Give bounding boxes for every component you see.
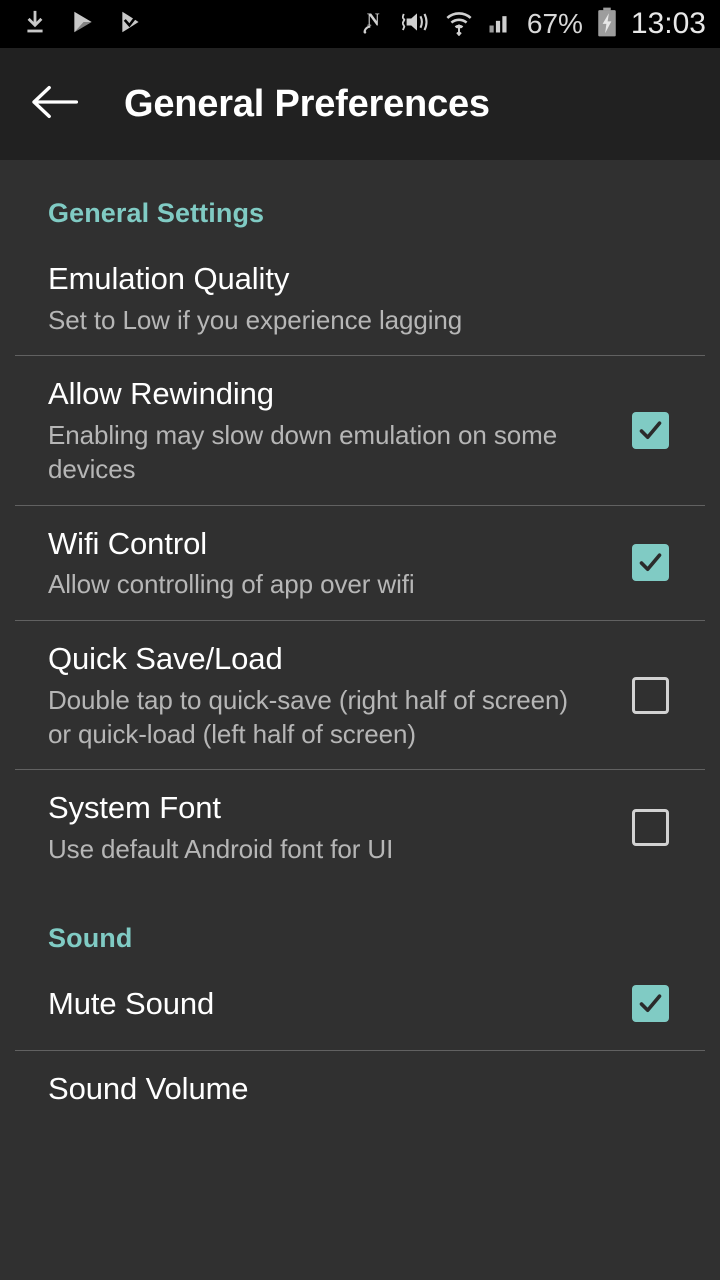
toolbar: General Preferences [0,48,720,160]
preference-title: System Font [48,790,221,826]
preference-title: Emulation Quality [48,261,290,296]
checkbox-quick-save-load[interactable] [631,676,669,714]
preference-summary: Allow controlling of app over wifi [48,569,415,600]
preference-summary: Double tap to quick-save (right half of … [48,684,568,749]
list-divider [15,620,705,622]
preference-title: Sound Volume [48,1070,249,1106]
wifi-icon [445,8,473,41]
preference-system-font[interactable]: System Font Use default Android font for… [0,770,720,884]
preference-widget [614,544,686,582]
preference-summary: Use default Android font for UI [48,834,394,865]
preference-wifi-control[interactable]: Wifi Control Allow controlling of app ov… [0,506,720,620]
status-bar: N 67% 13:03 [0,0,720,48]
status-bar-clock: 13:03 [630,7,706,40]
preference-title: Wifi Control [48,525,207,561]
list-divider [15,1049,705,1051]
cellular-signal-icon [486,9,514,40]
preference-mute-sound[interactable]: Mute Sound [0,966,720,1042]
section-header-general-settings: General Settings [48,198,265,228]
preference-text: Mute Sound [48,966,614,1042]
checkbox-wifi-control[interactable] [631,544,669,582]
mute-vibrate-icon [401,8,432,41]
preference-widget [614,676,686,714]
preference-text: Quick Save/Load Double tap to quick-save… [48,621,614,769]
checkbox-mute-sound[interactable] [631,985,669,1023]
preference-summary: Enabling may slow down emulation on some… [48,420,558,484]
preference-widget [614,985,686,1023]
preference-title: Mute Sound [48,985,215,1021]
back-button[interactable] [26,76,82,132]
preferences-list[interactable]: General Settings Emulation Quality Set t… [0,160,720,1280]
preference-widget [614,412,686,450]
status-bar-right-icons: N 67% 13:03 [361,7,706,42]
arrow-back-icon [30,82,79,127]
checkbox-system-font[interactable] [631,809,669,847]
preference-sound-volume[interactable]: Sound Volume [0,1051,720,1127]
section-header-sound: Sound [48,922,133,953]
battery-charging-icon [596,7,618,42]
preference-text: Wifi Control Allow controlling of app ov… [48,506,614,620]
preference-text: System Font Use default Android font for… [48,770,614,884]
nfc-icon: N [361,8,389,41]
list-divider [15,504,705,506]
preference-text: Emulation Quality Set to Low if you expe… [48,241,686,355]
page-title: General Preferences [124,82,490,125]
checkbox-allow-rewinding[interactable] [631,412,669,450]
preference-title: Allow Rewinding [48,376,274,412]
preference-widget [614,809,686,847]
battery-percent-label: 67% [526,8,583,39]
preference-allow-rewinding[interactable]: Allow Rewinding Enabling may slow down e… [0,356,720,504]
preference-emulation-quality[interactable]: Emulation Quality Set to Low if you expe… [0,241,720,355]
play-store-icon [70,9,96,40]
play-store-update-icon [118,9,144,40]
download-complete-icon [22,9,48,40]
list-divider [15,769,705,771]
status-bar-left-icons [22,9,144,40]
preference-text: Sound Volume [48,1051,686,1127]
preference-quick-save-load[interactable]: Quick Save/Load Double tap to quick-save… [0,621,720,769]
preference-title: Quick Save/Load [48,641,283,677]
preference-summary: Set to Low if you experience lagging [48,304,463,335]
preference-text: Allow Rewinding Enabling may slow down e… [48,356,614,504]
list-divider [15,355,705,357]
